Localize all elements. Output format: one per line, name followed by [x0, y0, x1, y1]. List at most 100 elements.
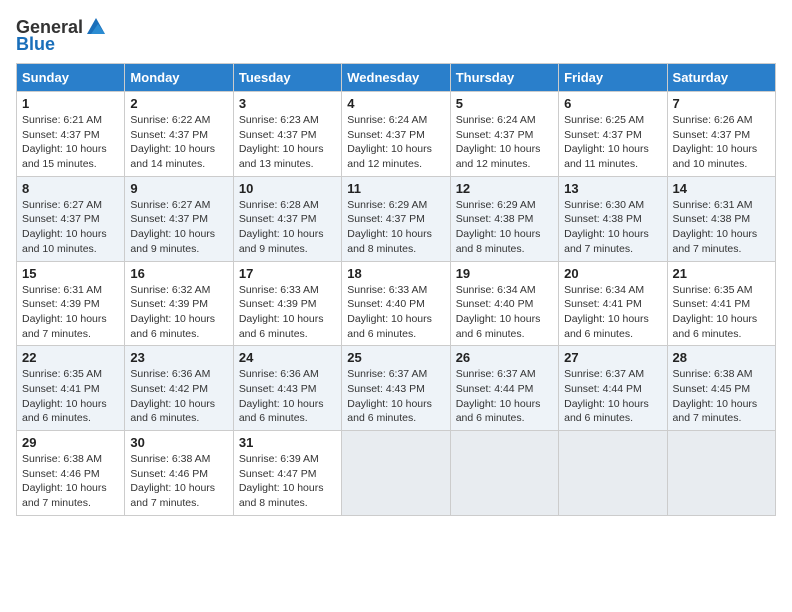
day-info: Sunrise: 6:31 AM Sunset: 4:38 PM Dayligh…	[673, 198, 770, 257]
week-row-3: 15Sunrise: 6:31 AM Sunset: 4:39 PM Dayli…	[17, 261, 776, 346]
day-number: 6	[564, 96, 661, 111]
day-info: Sunrise: 6:30 AM Sunset: 4:38 PM Dayligh…	[564, 198, 661, 257]
day-cell-14: 14 Sunrise: 6:31 AM Sunset: 4:38 PM Dayli…	[667, 176, 775, 261]
day-cell-7: 7 Sunrise: 6:26 AM Sunset: 4:37 PM Daylig…	[667, 92, 775, 177]
empty-cell	[342, 431, 450, 516]
day-cell-28: 28 Sunrise: 6:38 AM Sunset: 4:45 PM Dayli…	[667, 346, 775, 431]
day-info: Sunrise: 6:35 AM Sunset: 4:41 PM Dayligh…	[673, 283, 770, 342]
day-number: 8	[22, 181, 119, 196]
column-header-friday: Friday	[559, 64, 667, 92]
day-info: Sunrise: 6:23 AM Sunset: 4:37 PM Dayligh…	[239, 113, 336, 172]
day-number: 14	[673, 181, 770, 196]
day-number: 16	[130, 266, 227, 281]
day-number: 13	[564, 181, 661, 196]
day-info: Sunrise: 6:25 AM Sunset: 4:37 PM Dayligh…	[564, 113, 661, 172]
column-header-sunday: Sunday	[17, 64, 125, 92]
week-row-5: 29 Sunrise: 6:38 AM Sunset: 4:46 PM Dayli…	[17, 431, 776, 516]
page-header: General Blue	[16, 16, 776, 55]
day-cell-1: 1 Sunrise: 6:21 AM Sunset: 4:37 PM Daylig…	[17, 92, 125, 177]
day-number: 1	[22, 96, 119, 111]
day-number: 26	[456, 350, 553, 365]
week-row-2: 8 Sunrise: 6:27 AM Sunset: 4:37 PM Daylig…	[17, 176, 776, 261]
column-header-tuesday: Tuesday	[233, 64, 341, 92]
day-info: Sunrise: 6:27 AM Sunset: 4:37 PM Dayligh…	[22, 198, 119, 257]
day-cell-9: 9Sunrise: 6:27 AM Sunset: 4:37 PM Daylig…	[125, 176, 233, 261]
day-number: 22	[22, 350, 119, 365]
day-cell-31: 31 Sunrise: 6:39 AM Sunset: 4:47 PM Dayli…	[233, 431, 341, 516]
day-info: Sunrise: 6:37 AM Sunset: 4:43 PM Dayligh…	[347, 367, 444, 426]
day-cell-4: 4 Sunrise: 6:24 AM Sunset: 4:37 PM Daylig…	[342, 92, 450, 177]
column-header-wednesday: Wednesday	[342, 64, 450, 92]
day-number: 24	[239, 350, 336, 365]
day-info: Sunrise: 6:36 AM Sunset: 4:43 PM Dayligh…	[239, 367, 336, 426]
day-cell-29: 29 Sunrise: 6:38 AM Sunset: 4:46 PM Dayli…	[17, 431, 125, 516]
header-row: SundayMondayTuesdayWednesdayThursdayFrid…	[17, 64, 776, 92]
day-cell-6: 6 Sunrise: 6:25 AM Sunset: 4:37 PM Daylig…	[559, 92, 667, 177]
day-number: 31	[239, 435, 336, 450]
day-cell-10: 10 Sunrise: 6:28 AM Sunset: 4:37 PM Dayli…	[233, 176, 341, 261]
day-number: 15	[22, 266, 119, 281]
day-number: 2	[130, 96, 227, 111]
day-number: 17	[239, 266, 336, 281]
day-cell-16: 16 Sunrise: 6:32 AM Sunset: 4:39 PM Dayli…	[125, 261, 233, 346]
week-row-4: 22 Sunrise: 6:35 AM Sunset: 4:41 PM Dayli…	[17, 346, 776, 431]
day-number: 10	[239, 181, 336, 196]
day-cell-20: 20 Sunrise: 6:34 AM Sunset: 4:41 PM Dayli…	[559, 261, 667, 346]
day-number: 21	[673, 266, 770, 281]
day-number: 25	[347, 350, 444, 365]
day-info: Sunrise: 6:34 AM Sunset: 4:41 PM Dayligh…	[564, 283, 661, 342]
day-cell-21: 21 Sunrise: 6:35 AM Sunset: 4:41 PM Dayli…	[667, 261, 775, 346]
logo-blue: Blue	[16, 34, 55, 55]
day-cell-5: 5Sunrise: 6:24 AM Sunset: 4:37 PM Daylig…	[450, 92, 558, 177]
day-number: 29	[22, 435, 119, 450]
day-cell-26: 26 Sunrise: 6:37 AM Sunset: 4:44 PM Dayli…	[450, 346, 558, 431]
column-header-thursday: Thursday	[450, 64, 558, 92]
day-cell-15: 15Sunrise: 6:31 AM Sunset: 4:39 PM Dayli…	[17, 261, 125, 346]
day-info: Sunrise: 6:21 AM Sunset: 4:37 PM Dayligh…	[22, 113, 119, 172]
day-info: Sunrise: 6:33 AM Sunset: 4:40 PM Dayligh…	[347, 283, 444, 342]
day-info: Sunrise: 6:37 AM Sunset: 4:44 PM Dayligh…	[456, 367, 553, 426]
day-cell-22: 22 Sunrise: 6:35 AM Sunset: 4:41 PM Dayli…	[17, 346, 125, 431]
day-number: 4	[347, 96, 444, 111]
day-info: Sunrise: 6:24 AM Sunset: 4:37 PM Dayligh…	[347, 113, 444, 172]
day-info: Sunrise: 6:28 AM Sunset: 4:37 PM Dayligh…	[239, 198, 336, 257]
day-number: 5	[456, 96, 553, 111]
column-header-monday: Monday	[125, 64, 233, 92]
week-row-1: 1 Sunrise: 6:21 AM Sunset: 4:37 PM Daylig…	[17, 92, 776, 177]
day-info: Sunrise: 6:32 AM Sunset: 4:39 PM Dayligh…	[130, 283, 227, 342]
empty-cell	[667, 431, 775, 516]
day-number: 11	[347, 181, 444, 196]
day-cell-2: 2 Sunrise: 6:22 AM Sunset: 4:37 PM Daylig…	[125, 92, 233, 177]
day-info: Sunrise: 6:38 AM Sunset: 4:46 PM Dayligh…	[130, 452, 227, 511]
calendar-body: 1 Sunrise: 6:21 AM Sunset: 4:37 PM Daylig…	[17, 92, 776, 516]
calendar-header: SundayMondayTuesdayWednesdayThursdayFrid…	[17, 64, 776, 92]
day-cell-19: 19Sunrise: 6:34 AM Sunset: 4:40 PM Dayli…	[450, 261, 558, 346]
day-info: Sunrise: 6:37 AM Sunset: 4:44 PM Dayligh…	[564, 367, 661, 426]
day-cell-25: 25 Sunrise: 6:37 AM Sunset: 4:43 PM Dayli…	[342, 346, 450, 431]
day-info: Sunrise: 6:36 AM Sunset: 4:42 PM Dayligh…	[130, 367, 227, 426]
day-cell-8: 8 Sunrise: 6:27 AM Sunset: 4:37 PM Daylig…	[17, 176, 125, 261]
day-info: Sunrise: 6:38 AM Sunset: 4:45 PM Dayligh…	[673, 367, 770, 426]
day-number: 7	[673, 96, 770, 111]
day-info: Sunrise: 6:39 AM Sunset: 4:47 PM Dayligh…	[239, 452, 336, 511]
day-cell-30: 30 Sunrise: 6:38 AM Sunset: 4:46 PM Dayli…	[125, 431, 233, 516]
day-number: 30	[130, 435, 227, 450]
day-number: 12	[456, 181, 553, 196]
day-cell-17: 17 Sunrise: 6:33 AM Sunset: 4:39 PM Dayli…	[233, 261, 341, 346]
column-header-saturday: Saturday	[667, 64, 775, 92]
day-number: 28	[673, 350, 770, 365]
day-info: Sunrise: 6:35 AM Sunset: 4:41 PM Dayligh…	[22, 367, 119, 426]
day-cell-18: 18Sunrise: 6:33 AM Sunset: 4:40 PM Dayli…	[342, 261, 450, 346]
day-cell-24: 24 Sunrise: 6:36 AM Sunset: 4:43 PM Dayli…	[233, 346, 341, 431]
day-number: 3	[239, 96, 336, 111]
day-cell-11: 11Sunrise: 6:29 AM Sunset: 4:37 PM Dayli…	[342, 176, 450, 261]
day-cell-23: 23Sunrise: 6:36 AM Sunset: 4:42 PM Dayli…	[125, 346, 233, 431]
day-number: 27	[564, 350, 661, 365]
day-number: 20	[564, 266, 661, 281]
day-info: Sunrise: 6:26 AM Sunset: 4:37 PM Dayligh…	[673, 113, 770, 172]
day-info: Sunrise: 6:33 AM Sunset: 4:39 PM Dayligh…	[239, 283, 336, 342]
day-info: Sunrise: 6:29 AM Sunset: 4:38 PM Dayligh…	[456, 198, 553, 257]
day-info: Sunrise: 6:22 AM Sunset: 4:37 PM Dayligh…	[130, 113, 227, 172]
day-cell-13: 13 Sunrise: 6:30 AM Sunset: 4:38 PM Dayli…	[559, 176, 667, 261]
day-info: Sunrise: 6:38 AM Sunset: 4:46 PM Dayligh…	[22, 452, 119, 511]
